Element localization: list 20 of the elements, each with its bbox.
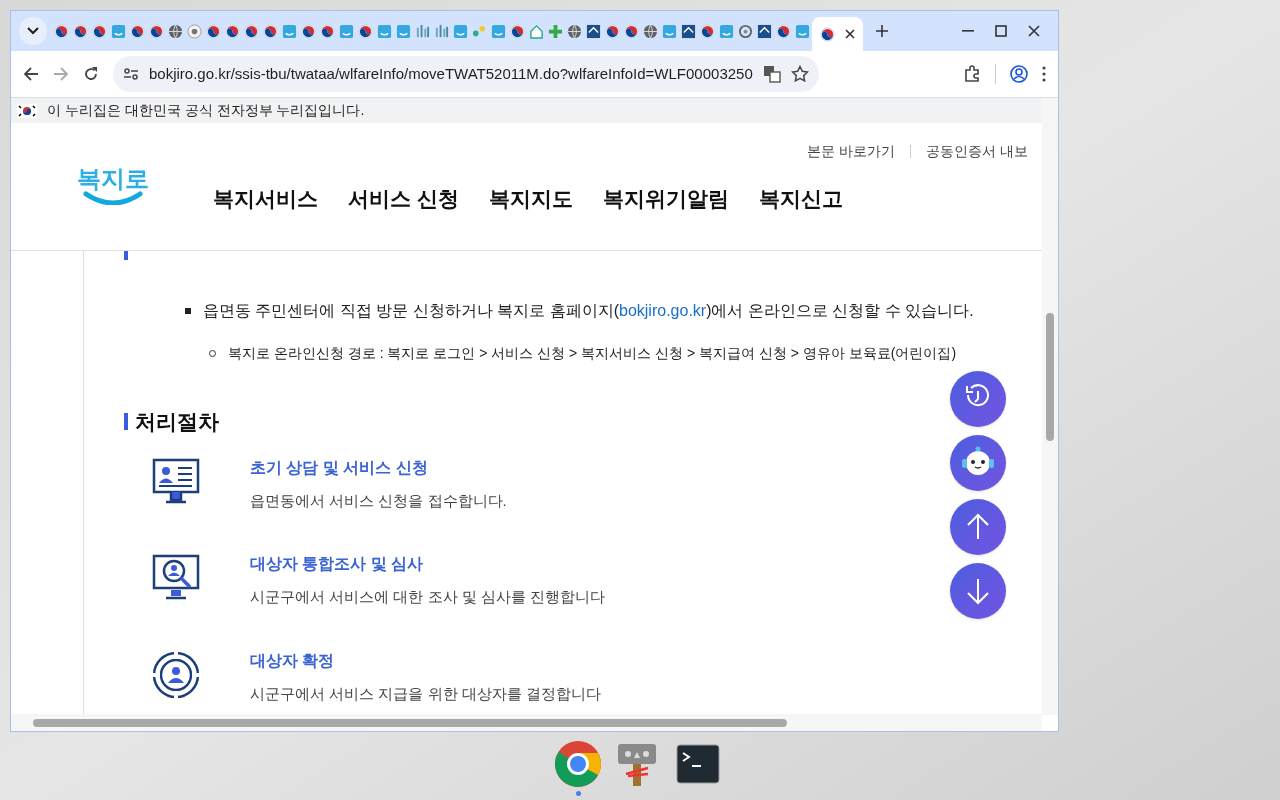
site-link[interactable]: bokjiro.go.kr (619, 302, 707, 319)
step-description: 시군구에서 서비스 지급을 위한 대상자를 결정합니다 (250, 683, 601, 704)
nav-link[interactable]: 복지서비스 (213, 183, 318, 215)
step-title: 대상자 확정 (250, 650, 336, 671)
nav-link[interactable]: 복지위기알림 (602, 183, 729, 215)
address-bar[interactable]: bokjiro.go.kr/ssis-tbu/twataa/wlfareInfo/moveTWAT52011M.do?wlfareInfoId=WLF00003250 (113, 56, 819, 92)
step-title: 초기 상담 및 서비스 신청 (250, 457, 429, 478)
step-description: 시군구에서 서비스에 대한 조사 및 심사를 진행합니다 (250, 587, 605, 607)
section-heading: 처리절차 (135, 409, 219, 435)
nav-link[interactable]: 복지지도 (488, 183, 573, 215)
list-text: 읍면동 주민센터에 직접 방문 신청하거나 복지로 홈페이지(bokjiro.go.kr)에서 온라인으로 신청할 수 있습니다. (203, 301, 974, 321)
nav-link[interactable]: 복지신고 (758, 183, 843, 215)
utility-link[interactable]: 공동인증서 내보 (926, 141, 1028, 162)
list-text: 복지로 온라인신청 경로 : 복지로 로그인 > 서비스 신청 > 복지서비스 신청 > 복지급여 신청 > 영유아 보육료(어린이집) (228, 344, 957, 363)
nav-link[interactable]: 서비스 신청 (348, 183, 459, 215)
utility-link[interactable]: 본문 바로가기 (807, 141, 896, 162)
step-description: 읍면동에서 서비스 신청을 접수합니다. (250, 490, 507, 511)
step-title: 대상자 통합조사 및 심사 (250, 554, 425, 574)
url-text: bokjiro.go.kr/ssis-tbu/twataa/wlfareInfo/moveTWAT52011M.do?wlfareInfoId=WLF00003250 (149, 63, 753, 84)
gov-banner-text: 이 누리집은 대한민국 공식 전자정부 누리집입니다. (47, 101, 365, 120)
